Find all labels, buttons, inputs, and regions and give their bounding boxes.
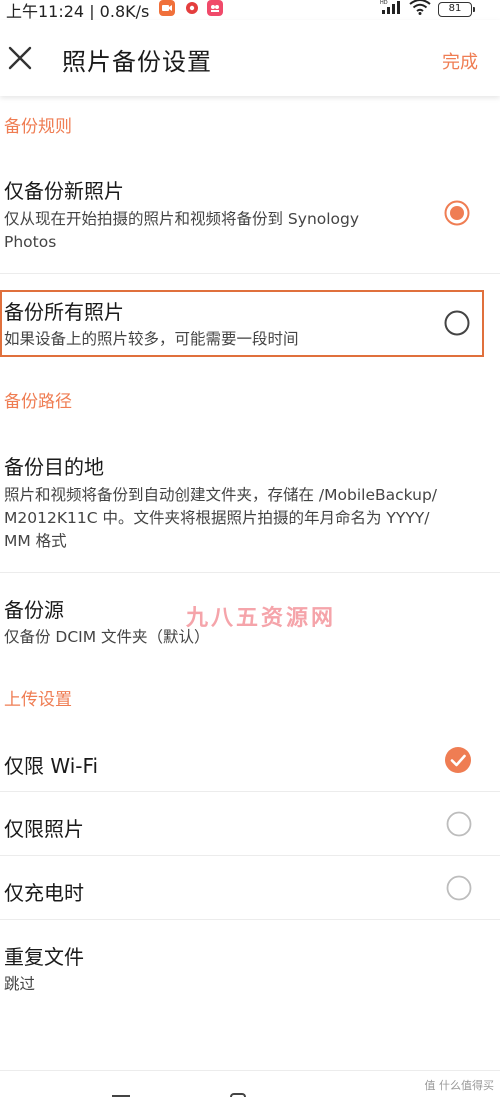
done-button[interactable]: 完成 (442, 48, 478, 74)
option-desc: 仅从现在开始拍摄的照片和视频将备份到 Synology (4, 210, 360, 228)
watermark: 九八五资源网 (186, 606, 337, 631)
row-title: 备份源 (4, 598, 64, 622)
wifi-icon (409, 0, 431, 19)
section-title-backup-path: 备份路径 (4, 392, 72, 412)
row-title: 仅限 Wi-Fi (4, 754, 99, 778)
option-desc: 如果设备上的照片较多，可能需要一段时间 (4, 330, 299, 348)
row-title: 备份目的地 (4, 455, 104, 479)
corner-logo: 值 什么值得买 (424, 1079, 495, 1092)
row-desc: M2012K11C 中。文件夹将根据照片拍摄的年月命名为 YYYY/ (4, 509, 430, 527)
status-time: 上午11:24 | 0.8K/s (6, 2, 150, 21)
option-desc: Photos (4, 233, 57, 251)
radio-selected-icon[interactable] (444, 200, 470, 226)
app-header: 照片备份设置 完成 (0, 20, 500, 96)
row-desc: 仅备份 DCIM 文件夹（默认） (4, 628, 210, 646)
row-value: 跳过 (4, 975, 36, 993)
battery-icon: 81 (438, 1, 475, 17)
status-bar: 上午11:24 | 0.8K/s HD 81 (0, 0, 500, 21)
svg-text:HD: HD (380, 0, 388, 6)
close-icon (8, 46, 32, 70)
signal-icon: HD (380, 0, 402, 19)
row-desc: 照片和视频将备份到自动创建文件夹，存储在 /MobileBackup/ (4, 486, 438, 504)
row-desc: MM 格式 (4, 532, 67, 550)
shop-app-icon (207, 0, 223, 16)
divider (0, 791, 500, 792)
section-title-upload-settings: 上传设置 (4, 690, 72, 710)
checkbox-checked-icon[interactable] (445, 747, 471, 773)
option-title: 仅备份新照片 (4, 179, 124, 203)
row-title: 仅限照片 (4, 817, 84, 841)
home-nav-icon[interactable] (230, 1093, 246, 1097)
row-title: 仅充电时 (4, 881, 84, 905)
option-title: 备份所有照片 (4, 300, 124, 324)
divider (0, 1070, 500, 1071)
radio-unselected-icon[interactable] (444, 310, 470, 336)
divider (0, 273, 500, 274)
checkbox-unchecked-icon[interactable] (446, 875, 472, 901)
page-title: 照片备份设置 (62, 48, 212, 76)
status-indicators: HD 81 (380, 0, 475, 19)
video-app-icon (159, 0, 175, 16)
divider (0, 572, 500, 573)
close-button[interactable] (6, 44, 34, 72)
checkbox-unchecked-icon[interactable] (446, 811, 472, 837)
divider (0, 855, 500, 856)
row-title: 重复文件 (4, 945, 84, 969)
section-title-backup-rules: 备份规则 (4, 117, 72, 137)
divider (0, 919, 500, 920)
music-app-icon (184, 0, 200, 16)
